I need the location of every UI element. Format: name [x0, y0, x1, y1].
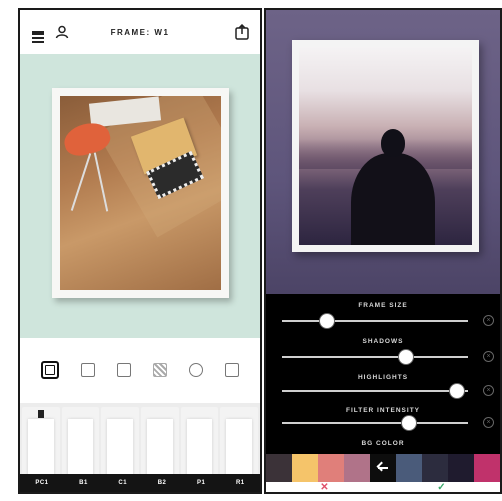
sunset-photo [299, 47, 472, 245]
adjust-screen: FRAME SIZE × SHADOWS × HIGHLIGHTS × FILT… [264, 8, 502, 494]
frame-option[interactable] [61, 407, 100, 479]
frame-option[interactable] [180, 407, 219, 479]
slider-knob[interactable] [448, 383, 465, 399]
frame-editor-screen: FRAME: W1 PC1 B1 C1 B2 P1 R1 [18, 8, 262, 494]
share-icon[interactable] [234, 24, 250, 40]
frame-option[interactable] [101, 407, 140, 479]
reset-icon[interactable]: × [483, 351, 494, 362]
more-icon[interactable] [225, 363, 239, 377]
top-bar: FRAME: W1 [20, 10, 260, 54]
frame-size-slider[interactable] [282, 313, 468, 329]
slider-knob[interactable] [319, 313, 336, 329]
color-swatch[interactable] [318, 454, 344, 482]
frame-label[interactable]: PC1 [35, 480, 48, 486]
desk-photo [60, 96, 221, 290]
cancel-button[interactable]: ✕ [266, 482, 383, 492]
reset-icon[interactable]: × [483, 315, 494, 326]
color-swatch[interactable] [474, 454, 500, 482]
frame-label[interactable]: R1 [236, 480, 245, 486]
adjustment-panel: FRAME SIZE × SHADOWS × HIGHLIGHTS × FILT… [266, 294, 500, 454]
frame-option[interactable] [22, 407, 60, 479]
brush-icon[interactable] [117, 363, 131, 377]
color-swatch[interactable] [448, 454, 474, 482]
wall-background [266, 10, 500, 294]
circle-icon[interactable] [189, 363, 203, 377]
frame-labels: PC1 B1 C1 B2 P1 R1 [20, 474, 260, 492]
frame-thumbnails [20, 403, 260, 483]
filter-intensity-slider[interactable] [282, 415, 468, 431]
bg-color-swatches [266, 454, 500, 482]
frame-label[interactable]: P1 [197, 480, 205, 486]
slider-label: FRAME SIZE [358, 302, 408, 309]
frame-option[interactable] [141, 407, 179, 479]
color-swatch[interactable] [266, 454, 292, 482]
slider-knob[interactable] [401, 415, 417, 431]
slider-label: HIGHLIGHTS [357, 374, 409, 381]
highlights-slider[interactable] [282, 383, 468, 399]
tag-icon[interactable] [81, 363, 95, 377]
color-swatch[interactable] [370, 454, 396, 482]
frame-option[interactable] [220, 407, 259, 479]
frame-label[interactable]: C1 [118, 480, 127, 486]
color-swatch[interactable] [396, 454, 422, 482]
color-swatch[interactable] [292, 454, 318, 482]
preview-background [20, 54, 260, 338]
framed-photo[interactable] [292, 40, 479, 252]
shadows-slider[interactable] [282, 349, 468, 365]
page-title: FRAME: W1 [110, 27, 170, 37]
framed-photo[interactable] [52, 88, 229, 298]
frame-toolbar [20, 350, 260, 390]
frame-label[interactable]: B1 [79, 480, 88, 486]
color-swatch[interactable] [422, 454, 448, 482]
pattern-icon[interactable] [153, 363, 167, 377]
reset-icon[interactable]: × [483, 385, 494, 396]
slider-label: FILTER INTENSITY [345, 407, 421, 414]
app-comparison: FRAME: W1 PC1 B1 C1 B2 P1 R1 FRAME SIZE … [0, 0, 502, 501]
slider-knob[interactable] [397, 349, 414, 365]
action-bar: ✕ ✓ [266, 482, 500, 492]
reset-icon[interactable]: × [483, 417, 494, 428]
color-swatch[interactable] [344, 454, 370, 482]
frame-label[interactable]: B2 [158, 480, 167, 486]
frame-icon[interactable] [41, 361, 59, 379]
bg-color-label: BG COLOR [361, 440, 405, 447]
confirm-button[interactable]: ✓ [383, 482, 500, 492]
slider-label: SHADOWS [362, 338, 404, 345]
